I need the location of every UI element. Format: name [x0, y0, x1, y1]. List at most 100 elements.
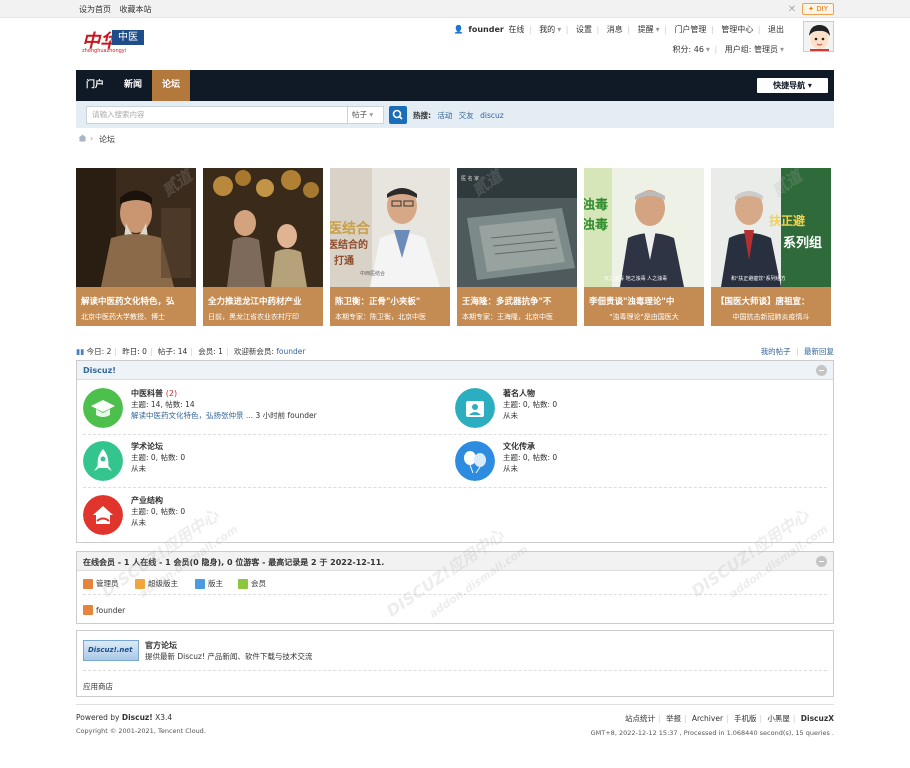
footer-link-archiver[interactable]: Archiver	[692, 714, 723, 723]
diy-button[interactable]: ✦ DIY	[802, 3, 834, 15]
search-bar: 请输入搜索内容 帖子 ▾ 热搜: 活动 交友 discuz	[76, 101, 834, 128]
slide-3-overlay-2: 医结合的	[330, 240, 368, 251]
footer-link-report[interactable]: 举报	[666, 714, 681, 723]
search-type-select[interactable]: 帖子 ▾	[348, 106, 384, 124]
forum-item-2[interactable]: 著名人物 主题: 0, 帖数: 0 从未	[455, 388, 815, 436]
forum-item-3[interactable]: 学术论坛 主题: 0, 帖数: 0 从未	[83, 441, 443, 489]
slide-3-overlay-1: 医结合	[330, 221, 370, 237]
settings-link[interactable]: 设置	[576, 25, 592, 34]
moderator-icon	[195, 578, 205, 589]
slide-3[interactable]: 医结合 医结合的 打通 中西医结合 陈卫衡：正骨"小夹板" 本期专家：陈卫衡，北京…	[330, 168, 450, 326]
forum-3-last-info: 从未	[131, 464, 146, 473]
breadcrumb-separator: ›	[90, 134, 94, 143]
collapse-icon[interactable]	[816, 556, 827, 567]
category-title[interactable]: Discuz!	[83, 366, 116, 375]
forum-1-name[interactable]: 中医科普	[131, 389, 163, 398]
footer-link-blacklist[interactable]: 小黑屋	[767, 714, 790, 723]
nav-news[interactable]: 新闻	[114, 70, 152, 101]
my-menu[interactable]: 我的	[539, 25, 555, 34]
bookmark-link[interactable]: 收藏本站	[120, 5, 152, 14]
forum-3-name[interactable]: 学术论坛	[131, 442, 163, 451]
admin-center-link[interactable]: 管理中心	[721, 25, 753, 34]
slide-6-overlay-3: 和"扶正避瘟饮"系列组方	[731, 276, 786, 282]
site-logo[interactable]: 中华 中医 zhonghuazhongyi	[76, 24, 162, 56]
user-area: 👤 founder 在线 | 我的 ▾ | 设置 | 消息 | 提醒 ▾ | 门户管…	[453, 25, 784, 54]
admin-icon	[83, 605, 93, 615]
logout-link[interactable]: 退出	[768, 25, 784, 34]
forum-1-last-post[interactable]: 解读中医药文化特色，弘扬张仲景 ...	[131, 411, 253, 420]
usergroup-menu[interactable]: 用户组: 管理员	[725, 45, 778, 54]
footer-left: Powered by Discuz! X3.4 Copyright © 2001…	[76, 713, 206, 735]
slide-6-overlay-2: 系列组	[783, 236, 823, 251]
chart-icon: ▮▮	[76, 347, 85, 356]
notify-menu[interactable]: 提醒	[638, 25, 654, 34]
footer-brand[interactable]: DiscuzX	[801, 714, 834, 723]
slide-4-title: 王海隆：多武器抗争"不	[462, 297, 552, 307]
rocket-icon	[83, 441, 123, 481]
app-store-link[interactable]: 应用商店	[83, 681, 113, 692]
nav-portal[interactable]: 门户	[76, 70, 114, 101]
home-icon[interactable]	[78, 134, 87, 144]
slide-5[interactable]: 浊毒 浊毒 天之浊毒 地之浊毒 人之浊毒 李佃贵谈"浊毒理论"中 "浊毒理论"是由…	[584, 168, 704, 326]
forum-item-1[interactable]: 中医科普 (2) 主题: 14, 帖数: 14 解读中医药文化特色，弘扬张仲景 …	[83, 388, 443, 436]
legend-member: 会员	[238, 578, 266, 589]
points-menu[interactable]: 积分: 46	[673, 45, 704, 54]
footer-link-stats[interactable]: 站点统计	[625, 714, 655, 723]
forum-1-last-info: 3 小时前 founder	[255, 411, 317, 420]
slide-6-overlay-1: 扶正避	[769, 214, 806, 228]
graduation-cap-icon	[83, 388, 123, 428]
forum-5-name[interactable]: 产业结构	[131, 496, 163, 505]
discuz-logo[interactable]: Discuz!.net	[83, 640, 139, 661]
messages-link[interactable]: 消息	[607, 25, 623, 34]
forum-4-last-info: 从未	[503, 464, 518, 473]
footer-link-mobile[interactable]: 手机版	[734, 714, 757, 723]
search-type-label: 帖子	[352, 110, 367, 119]
official-forum-link[interactable]: 官方论坛	[145, 640, 177, 651]
quick-nav-button[interactable]: 快捷导航 ▾	[757, 78, 828, 93]
slide-4-sub: 本期专家：王海隆，北京中医	[462, 313, 553, 321]
latest-replies-link[interactable]: 最新回复	[804, 347, 834, 356]
discuz-logo-text: Discuz!.net	[88, 646, 133, 654]
user-icon: 👤	[453, 25, 464, 34]
avatar[interactable]	[803, 21, 834, 52]
collapse-icon[interactable]	[816, 365, 827, 376]
slide-4[interactable]: 医 名 家 王海隆：多武器抗争"不 本期专家：王海隆，北京中医	[457, 168, 577, 326]
forum-2-last-info: 从未	[503, 411, 518, 420]
slide-3-overlay-4: 中西医结合	[360, 271, 386, 277]
hot-label: 热搜:	[413, 111, 431, 120]
hot-link-discuz[interactable]: discuz	[480, 111, 504, 120]
logo-box: 中医	[112, 30, 144, 45]
nav-forum[interactable]: 论坛	[152, 70, 190, 101]
forum-item-5[interactable]: 产业结构 主题: 0, 帖数: 0 从未	[83, 495, 443, 543]
slide-6[interactable]: 扶正避 系列组 和"扶正避瘟饮"系列组方 【国医大师谈】唐祖宣： 中国抗击新冠肺炎…	[711, 168, 831, 326]
search-icon	[392, 109, 403, 120]
switch-width-icon[interactable]: ✕	[788, 4, 796, 15]
powered-by-link[interactable]: Discuz!	[122, 713, 153, 722]
set-home-link[interactable]: 设为首页	[79, 5, 111, 14]
forum-2-name[interactable]: 著名人物	[503, 389, 535, 398]
legend-super-mod: 超级版主	[135, 578, 178, 589]
slide-6-sub: 中国抗击新冠肺炎疫情斗	[732, 313, 810, 321]
online-member-name[interactable]: founder	[96, 606, 125, 615]
forum-item-4[interactable]: 文化传承 主题: 0, 帖数: 0 从未	[455, 441, 815, 489]
forum-4-name[interactable]: 文化传承	[503, 442, 535, 451]
slide-2[interactable]: 全力推进龙江中药材产业 日前，黑龙江省农业农村厅印	[203, 168, 323, 326]
online-title[interactable]: 在线会员 - 1 人在线 - 1 会员(0 隐身), 0 位游客 - 最高记录是…	[83, 557, 384, 568]
hot-link-friends[interactable]: 交友	[459, 111, 474, 120]
portal-admin-link[interactable]: 门户管理	[674, 25, 706, 34]
new-member-link[interactable]: founder	[276, 347, 305, 356]
my-posts-link[interactable]: 我的帖子	[761, 347, 791, 356]
online-member[interactable]: founder	[83, 605, 125, 615]
stat-posts: 帖子: 14	[157, 347, 188, 356]
divider	[83, 670, 827, 671]
search-input[interactable]: 请输入搜索内容	[86, 106, 348, 124]
hot-link-activity[interactable]: 活动	[437, 111, 452, 120]
search-button[interactable]	[389, 106, 407, 124]
forum-4-stats: 主题: 0, 帖数: 0	[503, 453, 558, 462]
slide-1[interactable]: 解读中医药文化特色，弘 北京中医药大学教授、博士	[76, 168, 196, 326]
forum-5-stats: 主题: 0, 帖数: 0	[131, 507, 186, 516]
username-link[interactable]: founder	[468, 25, 503, 34]
slide-5-overlay-2: 浊毒	[584, 218, 609, 233]
super-moderator-icon	[135, 578, 145, 589]
header: 中华 中医 zhonghuazhongyi 👤 founder 在线 | 我的 ▾…	[76, 18, 834, 70]
